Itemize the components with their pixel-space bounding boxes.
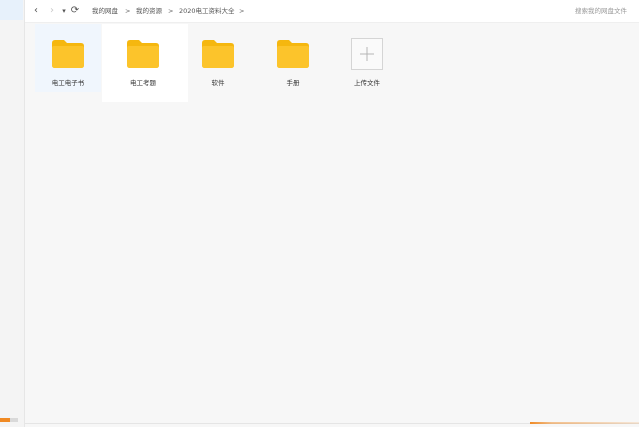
- folder-icon: [127, 40, 159, 68]
- breadcrumb-separator: >: [125, 7, 131, 15]
- upload-file-button[interactable]: 上传文件: [334, 24, 400, 92]
- progress-accent: [530, 422, 639, 424]
- upload-label: 上传文件: [354, 79, 380, 87]
- forward-button[interactable]: ›: [46, 4, 58, 18]
- storage-usage-bar: [0, 418, 18, 422]
- toolbar: ‹ › ▾ ⟳ 我的网盘 > 我的资源 > 2020电工资料大全 > 搜索我的网…: [25, 0, 639, 23]
- file-item[interactable]: 手册: [260, 24, 326, 92]
- breadcrumb-separator: >: [168, 7, 174, 15]
- folder-icon: [52, 40, 84, 68]
- caret-down-icon: ▾: [62, 7, 66, 15]
- folder-icon: [277, 40, 309, 68]
- breadcrumb-separator: >: [239, 7, 245, 15]
- file-grid: 电工电子书 电工考题 软件 手册 上传文件: [25, 22, 639, 422]
- breadcrumb-item-my-resources[interactable]: 我的资源: [136, 5, 162, 17]
- back-button[interactable]: ‹: [30, 4, 42, 18]
- refresh-icon: ⟳: [70, 5, 80, 16]
- chevron-right-icon: ›: [50, 5, 54, 16]
- sidebar: [0, 0, 25, 427]
- netdisk-window: ‹ › ▾ ⟳ 我的网盘 > 我的资源 > 2020电工资料大全 > 搜索我的网…: [0, 0, 639, 427]
- plus-icon: [360, 47, 374, 61]
- sidebar-selected-item[interactable]: [0, 0, 23, 20]
- file-item[interactable]: 电工考题: [110, 24, 176, 92]
- file-name: 电工考题: [130, 79, 156, 87]
- chevron-left-icon: ‹: [34, 5, 38, 16]
- refresh-button[interactable]: ⟳: [69, 4, 81, 18]
- file-name: 软件: [211, 79, 225, 87]
- file-name: 电工电子书: [51, 79, 85, 87]
- folder-icon: [202, 40, 234, 68]
- file-item[interactable]: 电工电子书: [35, 24, 101, 92]
- search-input[interactable]: 搜索我的网盘文件: [569, 5, 627, 17]
- upload-box: [351, 38, 383, 70]
- breadcrumb-item-current-folder[interactable]: 2020电工资料大全: [179, 5, 235, 17]
- file-item[interactable]: 软件: [185, 24, 251, 92]
- storage-usage-fill: [0, 418, 10, 422]
- breadcrumb-item-my-disk[interactable]: 我的网盘: [92, 5, 118, 17]
- file-name: 手册: [286, 79, 300, 87]
